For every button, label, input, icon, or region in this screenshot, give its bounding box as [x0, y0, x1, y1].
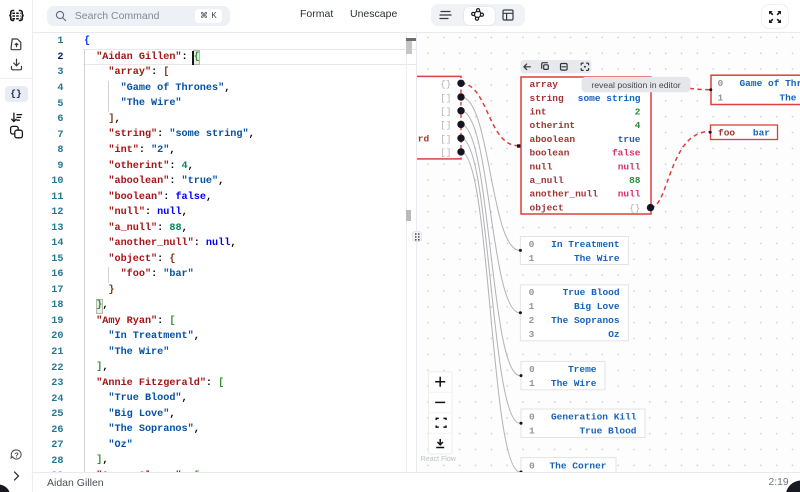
svg-text:1: 1: [718, 93, 724, 104]
svg-text:Generation Kill: Generation Kill: [551, 412, 637, 423]
svg-text:string: string: [530, 93, 565, 104]
svg-text:[]: []: [440, 92, 451, 103]
svg-text:another_null: another_null: [530, 189, 599, 200]
svg-text:0: 0: [718, 78, 724, 89]
svg-text:?: ?: [14, 450, 19, 459]
svg-text:4: 4: [635, 120, 641, 131]
svg-text:0: 0: [529, 239, 535, 250]
svg-text:0: 0: [529, 412, 535, 423]
svg-text:1: 1: [529, 253, 535, 264]
svg-text:int: int: [530, 107, 547, 118]
svg-text:otherint: otherint: [530, 120, 576, 131]
svg-text:1: 1: [529, 378, 535, 389]
svg-text:[]: []: [440, 134, 451, 145]
svg-text:True Blood: True Blood: [563, 287, 620, 298]
svg-text:{}: {}: [629, 202, 640, 213]
svg-text:[]: []: [440, 106, 451, 117]
svg-text:array: array: [530, 79, 559, 90]
svg-text:The Wire: The Wire: [779, 93, 800, 104]
svg-text:a_null: a_null: [530, 175, 565, 186]
svg-text:0: 0: [529, 461, 535, 472]
svg-text:True Blood: True Blood: [579, 426, 636, 437]
svg-text:1: 1: [529, 426, 535, 437]
svg-text:The Corner: The Corner: [549, 461, 606, 472]
svg-text:88: 88: [629, 175, 641, 186]
svg-text:3: 3: [529, 329, 535, 340]
svg-text:{}: {}: [440, 79, 451, 90]
svg-text:object: object: [530, 202, 564, 213]
svg-text:In Treatment: In Treatment: [551, 239, 619, 250]
svg-text:The Sopranos: The Sopranos: [551, 315, 620, 326]
svg-text:foo: foo: [718, 128, 735, 139]
svg-text:false: false: [612, 148, 641, 159]
svg-text:rd: rd: [418, 134, 430, 145]
svg-text:reveal position in editor: reveal position in editor: [591, 80, 680, 90]
svg-text:React Flow: React Flow: [421, 456, 457, 463]
svg-text:true: true: [618, 134, 641, 145]
svg-text:Big Love: Big Love: [574, 301, 620, 312]
svg-text:The Wire: The Wire: [574, 253, 620, 264]
svg-text:0: 0: [529, 364, 535, 375]
svg-text:boolean: boolean: [530, 148, 570, 159]
svg-text:null: null: [618, 161, 641, 172]
svg-text:2: 2: [635, 107, 641, 118]
svg-text:[]: []: [440, 147, 451, 158]
svg-text:null: null: [530, 161, 553, 172]
svg-text:null: null: [618, 189, 641, 200]
svg-text:some string: some string: [578, 93, 641, 104]
svg-text:The Wire: The Wire: [551, 378, 597, 389]
svg-text:aboolean: aboolean: [530, 134, 576, 145]
svg-text:Treme: Treme: [568, 364, 597, 375]
svg-text:bar: bar: [753, 128, 770, 139]
svg-text:Oz: Oz: [608, 329, 619, 340]
svg-text:Game of Thrones: Game of Thrones: [739, 78, 800, 89]
svg-text:[]: []: [440, 120, 451, 131]
svg-text:1: 1: [529, 301, 535, 312]
svg-text:2: 2: [529, 315, 535, 326]
svg-text:0: 0: [529, 287, 535, 298]
